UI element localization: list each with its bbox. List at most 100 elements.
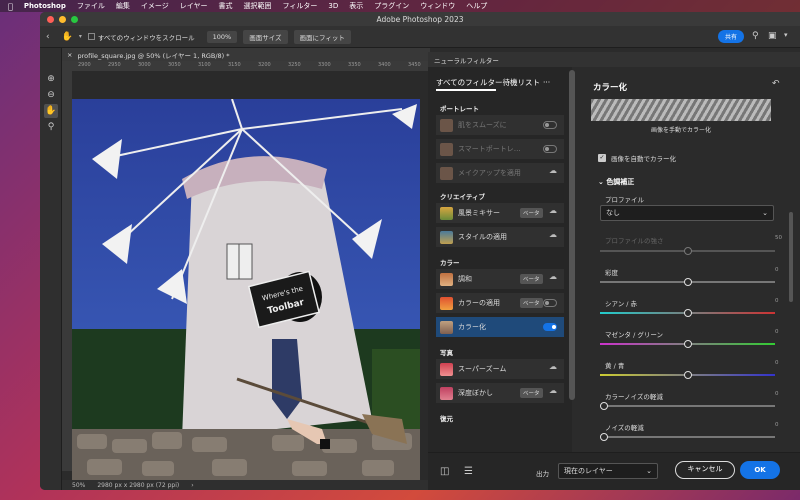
filter-toggle[interactable] <box>543 121 557 129</box>
cloud-download-icon[interactable]: ☁ <box>549 362 557 371</box>
makeup-thumbnail <box>440 166 453 180</box>
zoom-level[interactable]: 50% <box>72 482 85 489</box>
filter-toggle-on[interactable] <box>543 323 557 331</box>
menu-file[interactable]: ファイル <box>77 1 105 11</box>
ok-button[interactable]: OK <box>740 461 780 479</box>
menu-3d[interactable]: 3D <box>328 2 338 10</box>
filter-harmonization[interactable]: 調和 ベータ ☁ <box>436 269 564 289</box>
magenta-green-slider[interactable] <box>600 340 775 348</box>
menu-layer[interactable]: レイヤー <box>180 1 208 11</box>
slider-knob[interactable] <box>684 340 692 348</box>
workspace-icon[interactable]: ▣ <box>768 31 777 41</box>
layers-icon[interactable]: ☰ <box>464 466 473 477</box>
zoom-100-button[interactable]: 100% <box>206 30 238 43</box>
document-tab[interactable]: × profile_square.jpg @ 50% (レイヤー 1, RGB/… <box>62 48 430 61</box>
menu-view[interactable]: 表示 <box>349 1 363 11</box>
fit-screen-button[interactable]: 画面サイズ <box>243 29 288 44</box>
menu-help[interactable]: ヘルプ <box>466 1 487 11</box>
slider-knob[interactable] <box>684 309 692 317</box>
ruler-tick: 3250 <box>288 62 301 68</box>
filter-landscape-mixer[interactable]: 風景ミキサー ベータ ☁ <box>436 203 564 223</box>
menu-plugins[interactable]: プラグイン <box>374 1 409 11</box>
menu-select[interactable]: 選択範囲 <box>244 1 272 11</box>
cloud-download-icon[interactable]: ☁ <box>549 386 557 395</box>
filter-toggle[interactable] <box>543 145 557 153</box>
zoom-in-icon[interactable]: ⊕ <box>44 72 58 86</box>
colorize-settings-panel: カラー化 ↶ 画像を手動でカラー化 ✓ 画像を自動でカラー化 ⌄ 色調補正 プロ… <box>575 67 800 452</box>
preview-image[interactable] <box>591 99 771 121</box>
category-creative: クリエイティブ <box>440 193 485 201</box>
zoom-out-icon[interactable]: ⊖ <box>44 88 58 102</box>
status-chevron-icon[interactable]: › <box>191 482 193 489</box>
filter-label: スタイルの適用 <box>458 233 507 241</box>
slider-knob[interactable] <box>600 433 608 441</box>
cloud-download-icon[interactable]: ☁ <box>549 166 557 175</box>
filter-toggle[interactable] <box>543 299 557 307</box>
canvas-area[interactable]: Where's the Toolbar <box>72 71 430 481</box>
share-button[interactable]: 共有 <box>718 30 745 43</box>
apple-icon[interactable]:  <box>8 2 13 11</box>
filter-style-transfer[interactable]: スタイルの適用 ☁ <box>436 227 564 247</box>
menu-edit[interactable]: 編集 <box>116 1 130 11</box>
cancel-button[interactable]: キャンセル <box>675 461 735 479</box>
menu-filter[interactable]: フィルター <box>283 1 318 11</box>
reset-icon[interactable]: ↶ <box>772 79 780 89</box>
filter-depth-blur[interactable]: 深度ぼかし ベータ ☁ <box>436 383 564 403</box>
filter-label: 風景ミキサー <box>458 209 500 217</box>
tab-all-filters[interactable]: すべてのフィルター <box>436 78 503 87</box>
yellow-blue-label: 黄 / 青 <box>605 362 625 370</box>
slider-knob[interactable] <box>684 278 692 286</box>
cyan-red-slider[interactable] <box>600 309 775 317</box>
color-noise-slider[interactable] <box>600 402 775 410</box>
chevron-down-icon: ⌄ <box>762 209 768 217</box>
options-bar: ‹ ✋ ▾ すべてのウィンドウをスクロール 100% 画面サイズ 画面にフィット… <box>40 26 800 48</box>
slider-knob[interactable] <box>684 371 692 379</box>
checkmark-icon: ✓ <box>598 154 606 162</box>
saturation-slider[interactable] <box>600 278 775 286</box>
close-tab-icon[interactable]: × <box>67 51 72 59</box>
settings-scrollbar[interactable] <box>789 212 793 302</box>
filter-colorize[interactable]: カラー化 <box>436 317 564 337</box>
noise-slider[interactable] <box>600 433 775 441</box>
window-title: Adobe Photoshop 2023 <box>376 14 464 24</box>
yellow-blue-value: 0 <box>775 360 779 366</box>
search-icon[interactable]: ⚲ <box>752 31 759 41</box>
filter-label: 深度ぼかし <box>458 389 493 397</box>
slider-knob[interactable] <box>600 402 608 410</box>
preview-toggle-icon[interactable]: ◫ <box>440 466 449 477</box>
ruler-tick: 3300 <box>318 62 331 68</box>
filter-color-transfer[interactable]: カラーの適用 ベータ <box>436 293 564 313</box>
filter-super-zoom[interactable]: スーパーズーム ☁ <box>436 359 564 379</box>
tab-waitlist[interactable]: 待機リスト <box>503 78 541 87</box>
menu-window[interactable]: ウィンドウ <box>420 1 455 11</box>
neural-filters-panel-tab[interactable]: ニューラルフィルター <box>428 52 800 67</box>
menu-app-name[interactable]: Photoshop <box>24 2 66 10</box>
more-options-icon[interactable]: ··· <box>543 78 550 87</box>
scroll-all-windows-checkbox[interactable]: すべてのウィンドウをスクロール <box>87 32 195 42</box>
filter-skin-smoothing[interactable]: 肌をスムーズに <box>436 115 564 135</box>
noise-label: ノイズの軽減 <box>605 424 644 432</box>
workspace-chevron-icon[interactable]: ▾ <box>784 31 788 39</box>
back-chevron-icon[interactable]: ‹ <box>46 32 50 42</box>
profile-select[interactable]: なし ⌄ <box>600 205 774 221</box>
cloud-download-icon[interactable]: ☁ <box>549 230 557 239</box>
filter-label: 調和 <box>458 275 472 283</box>
fill-screen-button[interactable]: 画面にフィット <box>293 29 351 44</box>
cloud-download-icon[interactable]: ☁ <box>549 206 557 215</box>
output-select[interactable]: 現在のレイヤー ⌄ <box>558 463 658 479</box>
zoom-tool-icon[interactable]: ⚲ <box>44 120 58 134</box>
yellow-blue-slider[interactable] <box>600 371 775 379</box>
filter-makeup-transfer[interactable]: メイクアップを適用 ☁ <box>436 163 564 183</box>
tool-preset-chevron-icon[interactable]: ▾ <box>79 33 82 40</box>
adjustments-section[interactable]: ⌄ 色調補正 <box>598 177 634 187</box>
menu-type[interactable]: 書式 <box>219 1 233 11</box>
color-noise-value: 0 <box>775 391 779 397</box>
auto-colorize-checkbox[interactable]: ✓ 画像を自動でカラー化 <box>598 153 676 163</box>
filter-smart-portrait[interactable]: スマートポートレ… <box>436 139 564 159</box>
filter-tabs: すべてのフィルター待機リスト ··· <box>436 77 550 91</box>
vertical-ruler <box>62 61 72 471</box>
depth-blur-thumbnail <box>440 386 453 400</box>
menu-image[interactable]: イメージ <box>141 1 169 11</box>
hand-tool-button[interactable]: ✋ <box>44 104 58 118</box>
cloud-download-icon[interactable]: ☁ <box>549 272 557 281</box>
